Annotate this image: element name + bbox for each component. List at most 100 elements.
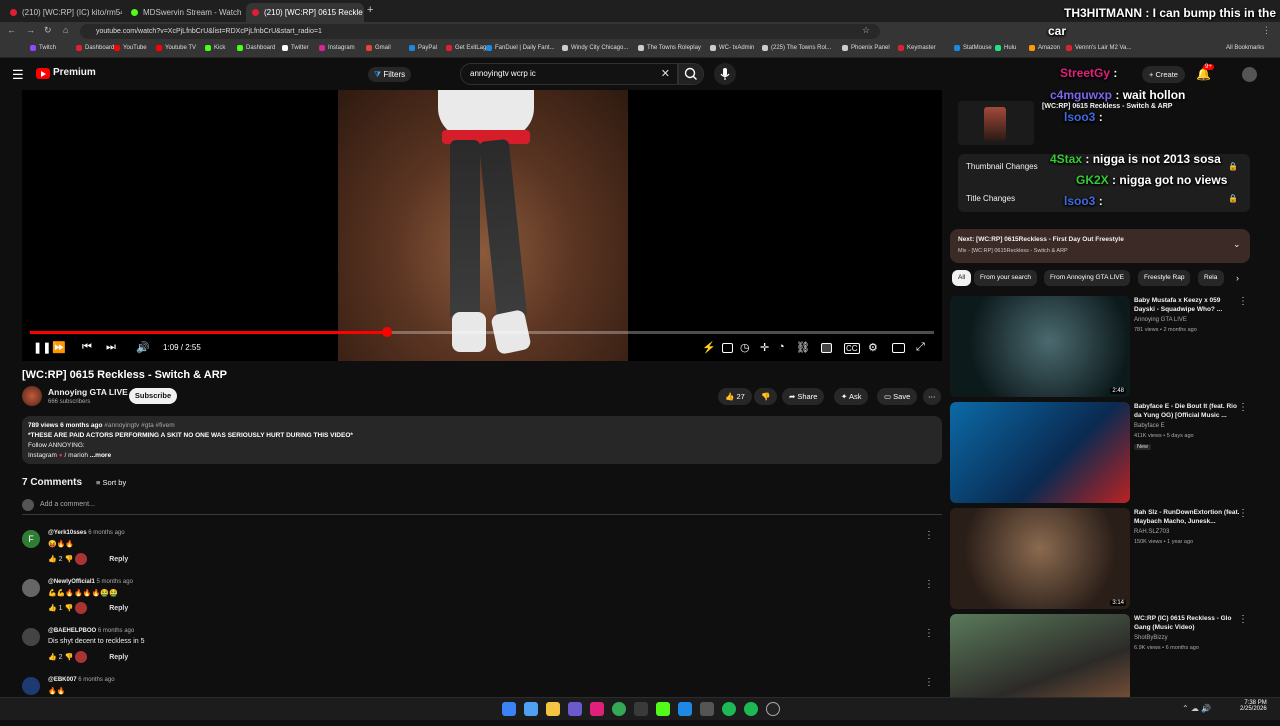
adobe-icon[interactable]: [590, 702, 604, 716]
chip-freestyle-rap[interactable]: Freestyle Rap: [1138, 270, 1191, 286]
bookmark-item[interactable]: Twitter: [282, 45, 309, 51]
search-button[interactable]: [678, 63, 704, 85]
reply-button[interactable]: Reply: [109, 556, 128, 563]
reply-button[interactable]: Reply: [109, 654, 128, 661]
clock[interactable]: 7:38 PM 2/25/2026: [1240, 700, 1267, 712]
bookmark-item[interactable]: Phoenix Panel: [842, 45, 890, 51]
bookmark-item[interactable]: YouTube: [114, 45, 147, 51]
forward-icon[interactable]: →: [26, 25, 35, 35]
bookmark-item[interactable]: Get ExitLag: [446, 45, 486, 51]
bookmark-item[interactable]: Dashboard: [237, 45, 275, 51]
bookmark-item[interactable]: Keymaster: [898, 45, 936, 51]
bookmark-item[interactable]: (225) The Towns Rol...: [762, 45, 831, 51]
theater-mode-icon[interactable]: [892, 343, 905, 353]
bookmark-item[interactable]: Hulu: [995, 45, 1016, 51]
thumbnail-changes-label[interactable]: Thumbnail Changes: [966, 162, 1038, 171]
mini-thumbnail[interactable]: [958, 101, 1034, 145]
crosshair-icon[interactable]: ✛: [760, 341, 769, 354]
recommended-title[interactable]: Rah Slz - RunDownExtortion (feat. Maybac…: [1134, 508, 1242, 526]
chip-from-channel[interactable]: From Annoying GTA LIVE: [1044, 270, 1130, 286]
dislike-button[interactable]: 👎: [754, 388, 778, 405]
bookmark-item[interactable]: Youtube TV: [156, 45, 196, 51]
captions-icon[interactable]: CC: [844, 343, 860, 354]
recommended-title[interactable]: Babyface E - Die Bout It (feat. Rio da Y…: [1134, 402, 1242, 420]
new-tab-button[interactable]: +: [367, 4, 373, 16]
fast-forward-icon[interactable]: ⏩: [52, 341, 66, 354]
description-link[interactable]: / marioh: [63, 452, 88, 459]
comment-user[interactable]: @EBK007: [48, 677, 77, 683]
bookmark-item[interactable]: Instagram: [319, 45, 355, 51]
browser-tab-3[interactable]: (210) [WC:RP] 0615 Reckle ✕: [246, 3, 364, 22]
chip-from-search[interactable]: From your search: [974, 270, 1037, 286]
filters-button[interactable]: ⧩ Filters: [368, 67, 412, 82]
recommended-channel[interactable]: ShotByBizzy: [1134, 635, 1168, 641]
bookmark-item[interactable]: PayPal: [409, 45, 437, 51]
comment-user[interactable]: @Yerk10sses: [48, 530, 87, 536]
voice-search-button[interactable]: [714, 63, 736, 85]
link-icon[interactable]: ⛓: [796, 341, 810, 354]
clear-search-icon[interactable]: ✕: [661, 64, 670, 84]
recommended-channel[interactable]: RAH.SLZ703: [1134, 529, 1169, 535]
home-icon[interactable]: ⌂: [63, 25, 68, 35]
spotify-icon[interactable]: [722, 702, 736, 716]
create-button[interactable]: + Create: [1142, 66, 1185, 83]
recommended-title[interactable]: WC:RP (IC) 0615 Reckless - Glo Gang (Mus…: [1134, 614, 1242, 632]
like-button[interactable]: 👍 27: [718, 388, 752, 405]
comment-author[interactable]: @NewlyOfficial1 5 months ago: [48, 579, 133, 585]
all-bookmarks-button[interactable]: All Bookmarks: [1226, 45, 1264, 51]
chrome-icon[interactable]: [612, 702, 626, 716]
menu-dots-icon[interactable]: ⋮: [1262, 25, 1271, 36]
video-thumbnail[interactable]: 2:48: [950, 296, 1130, 397]
comment-menu-icon[interactable]: ⋮: [924, 579, 934, 590]
comment-menu-icon[interactable]: ⋮: [924, 677, 934, 688]
hashtags[interactable]: #annoyingtv #gta #fivem: [104, 422, 174, 429]
comment-avatar[interactable]: [22, 579, 40, 597]
progress-bar[interactable]: [30, 327, 934, 337]
video-player[interactable]: ❚❚ ⏩ ⏮ ⏭ 🔊 1:09 / 2:55 ⚡ ◷ ✛ ◔ ⛓ CC ⚙ ⤢: [22, 90, 942, 361]
app-icon[interactable]: [678, 702, 692, 716]
channel-name[interactable]: Annoying GTA LIVE: [48, 387, 128, 397]
windows-start-icon[interactable]: [502, 702, 516, 716]
comment-user[interactable]: @NewlyOfficial1: [48, 579, 95, 585]
bookmark-item[interactable]: Gmail: [366, 45, 391, 51]
youtube-logo-icon[interactable]: [36, 68, 50, 79]
subscribe-button[interactable]: Subscribe: [129, 388, 177, 404]
show-more-link[interactable]: ...more: [90, 452, 111, 459]
bookmark-item[interactable]: StatMouse: [954, 45, 992, 51]
history-icon[interactable]: ◷: [740, 341, 750, 354]
reply-button[interactable]: Reply: [109, 605, 128, 612]
channel-avatar[interactable]: [22, 386, 42, 406]
video-thumbnail[interactable]: [950, 402, 1130, 503]
ask-button[interactable]: ✦ Ask: [834, 388, 869, 405]
app-icon[interactable]: [568, 702, 582, 716]
video-thumbnail[interactable]: 3:14: [950, 508, 1130, 609]
comment-menu-icon[interactable]: ⋮: [924, 628, 934, 639]
recommended-title[interactable]: Baby Mustafa x Keezy x 059 Dayski - Squa…: [1134, 296, 1242, 314]
bookmark-item[interactable]: Vennn's Lair M2 Va...: [1066, 45, 1131, 51]
add-comment-input[interactable]: Add a comment...: [22, 499, 942, 515]
more-actions-button[interactable]: ⋯: [923, 388, 941, 405]
menu-dots-icon[interactable]: ⋮: [1238, 508, 1248, 519]
url-field[interactable]: youtube.com/watch?v=XcPjLfnbCrU&list=RDX…: [80, 24, 880, 39]
description-box[interactable]: 789 views 6 months ago #annoyingtv #gta …: [22, 416, 942, 464]
bookmark-item[interactable]: FanDuel | Daily Fant...: [486, 45, 555, 51]
pause-icon[interactable]: ❚❚: [33, 341, 51, 354]
thumbs-up-icon[interactable]: 👍: [48, 556, 57, 563]
up-next-banner[interactable]: Next: [WC:RP] 0615Reckless - First Day O…: [950, 229, 1250, 263]
app-icon[interactable]: [744, 702, 758, 716]
kick-icon[interactable]: [656, 702, 670, 716]
chip-related[interactable]: Rela: [1198, 270, 1224, 286]
settings-gear-icon[interactable]: ⚙: [868, 341, 878, 354]
back-icon[interactable]: ←: [7, 25, 16, 35]
recommended-channel[interactable]: Babyface E: [1134, 423, 1165, 429]
obs-icon[interactable]: [766, 702, 780, 716]
browser-tab-1[interactable]: (210) [WC:RP] (IC) kito/rm54th ✕: [4, 3, 122, 22]
hamburger-menu-icon[interactable]: ☰: [12, 67, 24, 83]
bookmark-item[interactable]: Windy City Chicago...: [562, 45, 628, 51]
save-button[interactable]: ▭ Save: [877, 388, 918, 405]
sort-by-button[interactable]: ≡ Sort by: [96, 478, 126, 487]
menu-dots-icon[interactable]: ⋮: [1238, 614, 1248, 625]
chevron-right-icon[interactable]: ›: [1236, 273, 1239, 283]
avatar[interactable]: [1242, 67, 1257, 82]
recommended-video[interactable]: 3:14 Rah Slz - RunDownExtortion (feat. Ma…: [950, 508, 1250, 612]
